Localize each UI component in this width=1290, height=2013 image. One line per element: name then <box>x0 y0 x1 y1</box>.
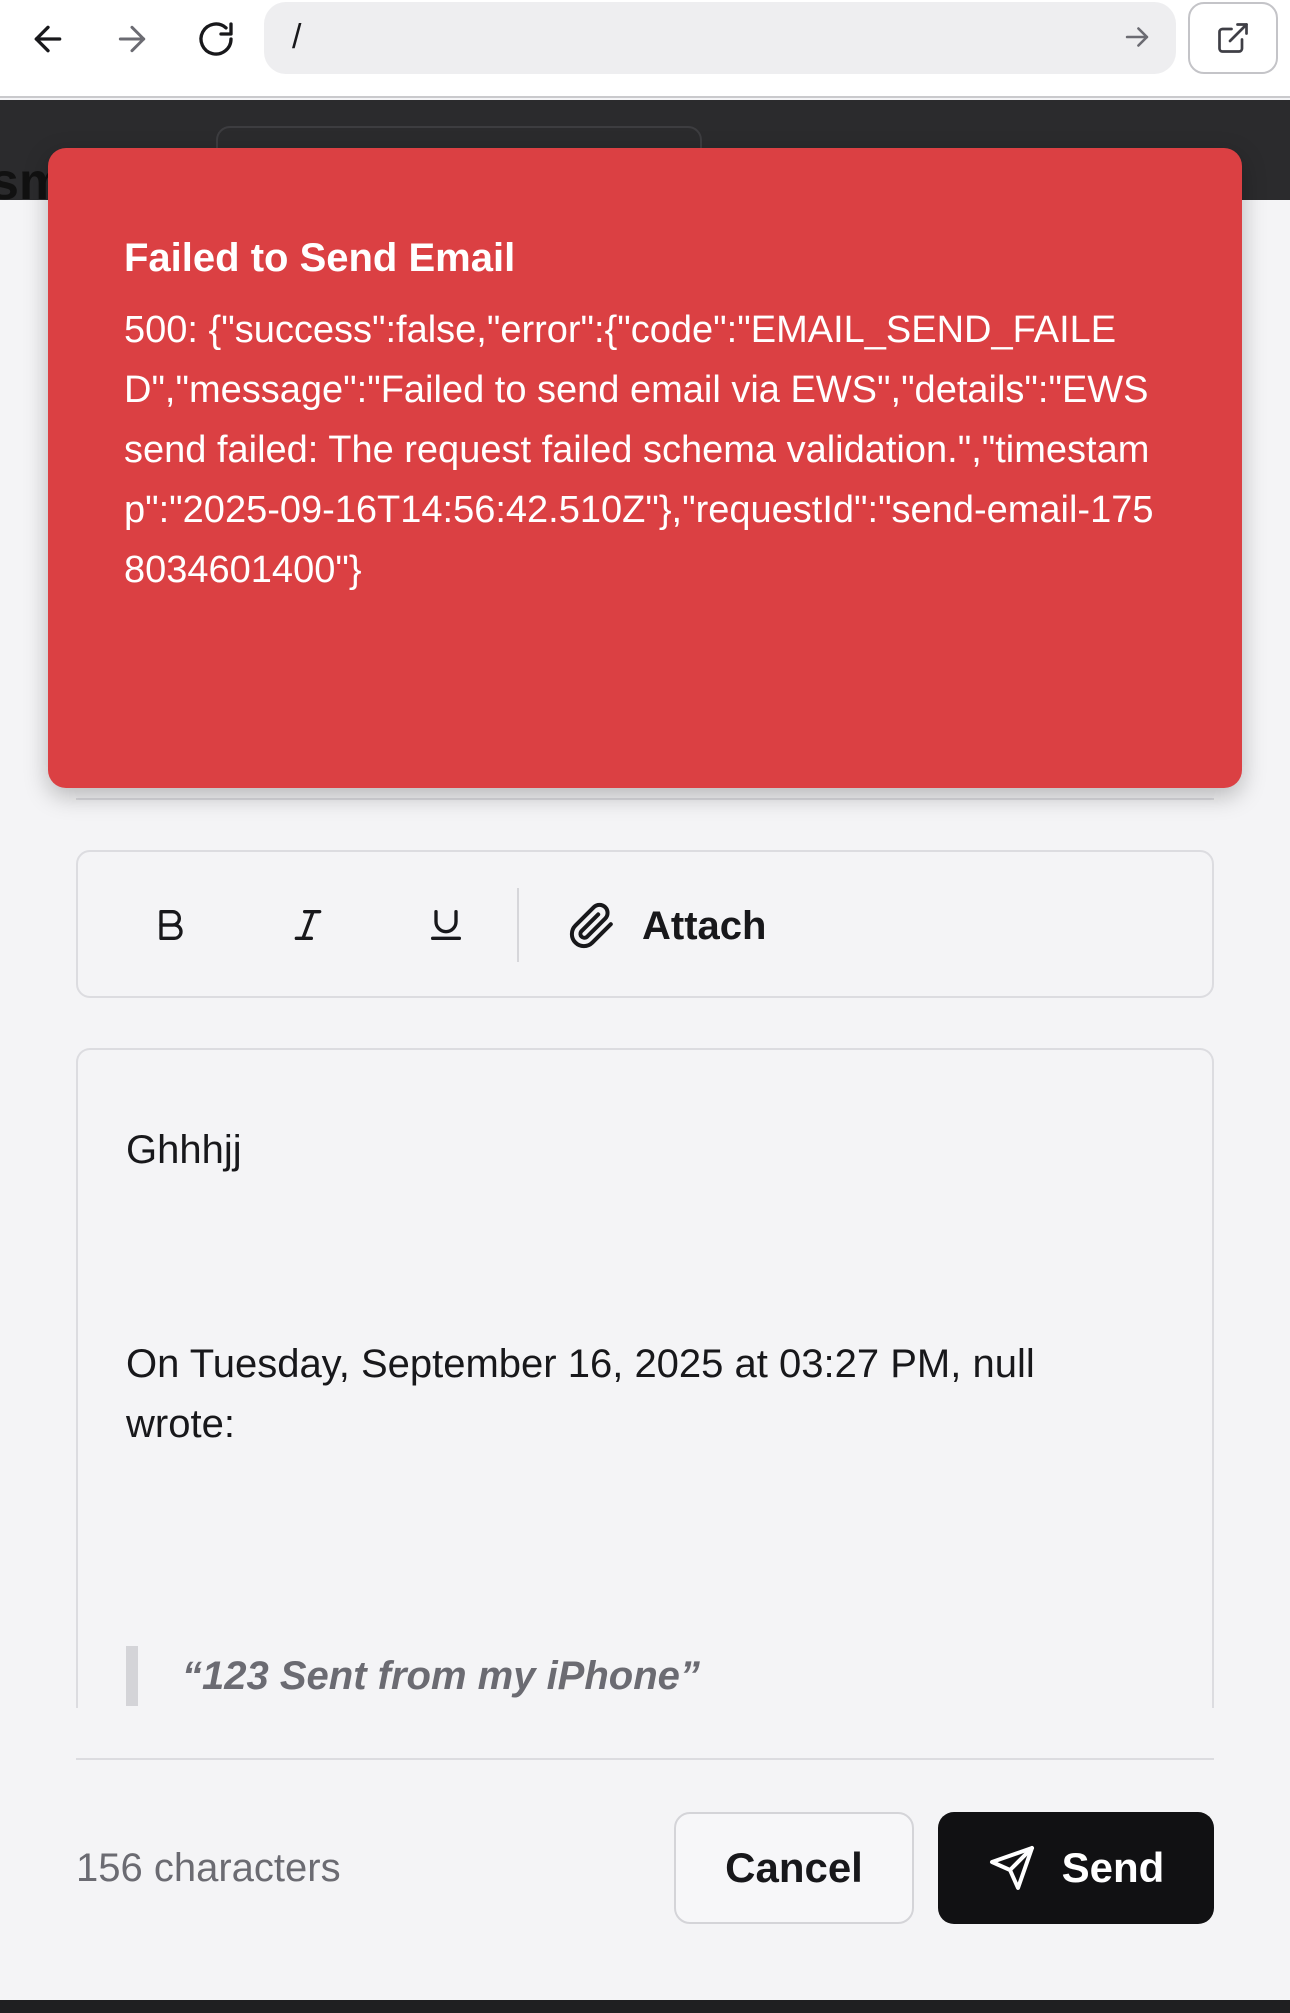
arrow-right-icon <box>118 25 146 53</box>
italic-button[interactable] <box>273 890 343 960</box>
send-icon <box>989 1846 1034 1890</box>
message-body: Ghhhjj <box>126 1128 242 1172</box>
toast-description: 500: {"success":false,"error":{"code":"E… <box>124 309 1154 591</box>
divider <box>76 798 1214 800</box>
open-in-new-tab-button[interactable] <box>1188 2 1278 74</box>
quoted-message: “123 Sent from my iPhone” <box>126 1646 700 1706</box>
reload-icon <box>199 22 233 56</box>
error-toast[interactable]: Failed to Send Email 500: {"success":fal… <box>48 148 1242 788</box>
toolbar-separator <box>517 888 519 962</box>
send-button[interactable]: Send <box>938 1812 1214 1924</box>
formatting-toolbar: Attach <box>76 850 1214 998</box>
browser-toolbar: / <box>0 0 1290 98</box>
url-text: / <box>292 18 302 56</box>
arrow-left-icon <box>34 25 62 53</box>
italic-icon <box>294 910 322 940</box>
paperclip-icon <box>569 902 613 949</box>
attach-button[interactable]: Attach <box>568 886 766 966</box>
external-link-icon <box>1218 23 1248 53</box>
cancel-button[interactable]: Cancel <box>674 1812 914 1924</box>
back-button[interactable] <box>18 12 78 66</box>
character-count: 156 characters <box>76 1846 341 1890</box>
bold-icon <box>159 910 183 940</box>
reload-button[interactable] <box>186 12 246 66</box>
go-arrow-icon[interactable] <box>1120 20 1154 54</box>
bottom-edge <box>0 2000 1290 2013</box>
send-label: Send <box>1061 1844 1165 1891</box>
toast-title: Failed to Send Email <box>124 236 516 280</box>
attach-label: Attach <box>642 903 767 948</box>
bold-button[interactable] <box>136 890 206 960</box>
url-field[interactable]: / <box>264 2 1176 74</box>
message-editor[interactable]: Ghhhjj On Tuesday, September 16, 2025 at… <box>76 1048 1214 1708</box>
divider <box>76 1758 1214 1760</box>
reply-quote-header: On Tuesday, September 16, 2025 at 03:27 … <box>126 1342 1035 1446</box>
forward-button[interactable] <box>102 12 162 66</box>
underline-button[interactable] <box>411 890 481 960</box>
underline-icon <box>431 910 461 940</box>
